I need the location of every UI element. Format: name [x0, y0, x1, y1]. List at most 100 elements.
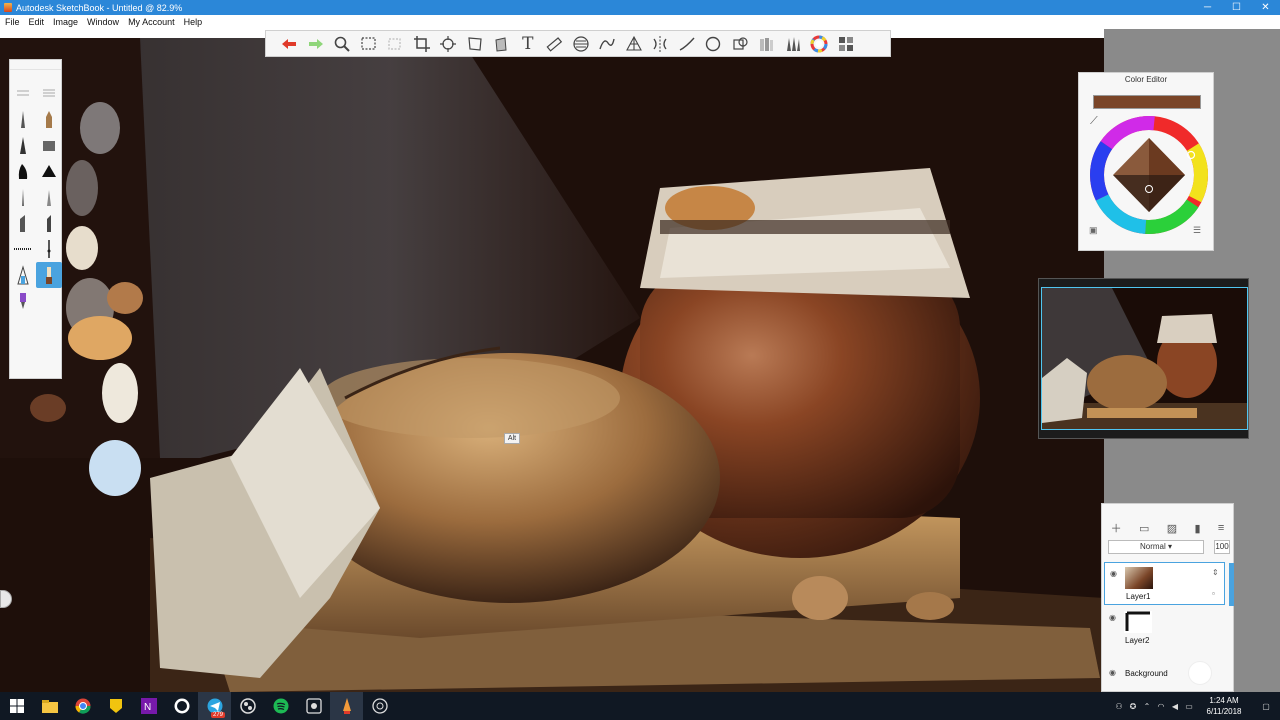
obs-icon[interactable] [231, 692, 264, 720]
windows-taskbar: N 279 ⚇ ✪ ⌃ ◠ ◀ ▭ 1:24 AM 6/11/2018 ▢ [0, 692, 1280, 720]
drawing-canvas[interactable] [0, 38, 1104, 692]
menu-bar: File Edit Image Window My Account Help [0, 15, 1280, 29]
layer-menu-icon[interactable]: ≡ [1218, 522, 1224, 534]
calligraphy-brush-icon[interactable] [10, 262, 36, 288]
add-image-icon[interactable]: ▨ [1167, 522, 1177, 535]
telegram-icon[interactable]: 279 [198, 692, 231, 720]
brush-properties-icon[interactable] [10, 80, 36, 106]
brush-library-toggle-icon[interactable] [36, 80, 62, 106]
close-button[interactable]: ✕ [1251, 0, 1280, 15]
maximize-button[interactable]: ☐ [1222, 0, 1251, 15]
eraser-brush-icon[interactable] [10, 288, 36, 314]
select-icon[interactable] [356, 33, 383, 55]
obs-studio-icon[interactable] [363, 692, 396, 720]
add-group-icon[interactable]: ▭ [1139, 522, 1149, 535]
ruler-icon[interactable] [541, 33, 568, 55]
eyedropper-icon[interactable]: ⟋ [1090, 115, 1098, 128]
crop-select-icon[interactable] [382, 33, 409, 55]
menu-file[interactable]: File [5, 17, 20, 27]
layer-options-icon[interactable]: ⇕ [1212, 568, 1219, 577]
menu-my-account[interactable]: My Account [128, 17, 175, 27]
menu-help[interactable]: Help [184, 17, 203, 27]
layer-name: Layer1 [1126, 592, 1151, 601]
system-clock[interactable]: 1:24 AM 6/11/2018 [1202, 695, 1246, 717]
main-toolbar: T [265, 30, 891, 57]
color-wheel[interactable] [1087, 115, 1211, 239]
current-color-swatch[interactable] [1093, 95, 1201, 109]
visibility-eye-icon[interactable]: ◉ [1110, 569, 1117, 578]
layer-name: Background [1125, 669, 1168, 678]
volume-icon[interactable]: ◀ [1168, 702, 1182, 711]
redo-icon[interactable] [303, 33, 330, 55]
color-panel-settings-icon[interactable]: ☰ [1193, 225, 1201, 236]
flat-brush-icon[interactable] [36, 210, 62, 236]
triangle-brush-icon[interactable] [36, 158, 62, 184]
layer-item-background[interactable]: ◉ Background [1104, 652, 1225, 695]
technical-pen-icon[interactable] [36, 184, 62, 210]
copic-icon[interactable] [753, 33, 780, 55]
thin-brush-icon[interactable] [36, 236, 62, 262]
wifi-icon[interactable]: ◠ [1154, 702, 1168, 711]
minimize-button[interactable]: ─ [1193, 0, 1222, 15]
color-wheel-icon[interactable] [806, 33, 833, 55]
visibility-eye-icon[interactable]: ◉ [1109, 613, 1116, 622]
undo-icon[interactable] [276, 33, 303, 55]
navigator-panel[interactable] [1038, 278, 1249, 439]
onenote-icon[interactable]: N [132, 692, 165, 720]
transform-icon[interactable] [435, 33, 462, 55]
fill-icon[interactable] [488, 33, 515, 55]
layer-item[interactable]: ◉ Layer1 ⇕ ▫ [1104, 562, 1234, 606]
line-icon[interactable] [674, 33, 701, 55]
paint-brush-active-icon[interactable] [36, 262, 62, 288]
color-panel-left-icon[interactable]: ▣ [1089, 225, 1098, 236]
blend-mode-select[interactable]: Normal ▾ [1108, 540, 1204, 554]
navigator-thumbnail[interactable] [1041, 287, 1248, 430]
layer-lock-small-icon[interactable]: ▫ [1212, 589, 1215, 598]
fine-pen-icon[interactable] [10, 184, 36, 210]
keyboard-icon[interactable]: ▭ [1182, 702, 1196, 711]
layer-lock-icon[interactable]: ▮ [1194, 522, 1200, 535]
norton-icon[interactable] [99, 692, 132, 720]
pen-brush-icon[interactable] [10, 132, 36, 158]
spotify-icon[interactable] [264, 692, 297, 720]
menu-window[interactable]: Window [87, 17, 119, 27]
palette-icon[interactable] [833, 33, 860, 55]
brush-palette-header[interactable] [10, 60, 61, 70]
sketchbook-taskbar-icon[interactable] [330, 692, 363, 720]
add-layer-icon[interactable]: ＋ [1111, 520, 1122, 536]
stroke-icon[interactable] [727, 33, 754, 55]
chrome-icon[interactable] [66, 692, 99, 720]
menu-edit[interactable]: Edit [29, 17, 45, 27]
brush-library-icon[interactable] [780, 33, 807, 55]
ink-brush-icon[interactable] [10, 158, 36, 184]
zoom-icon[interactable] [329, 33, 356, 55]
tray-app-icon[interactable]: ✪ [1126, 702, 1140, 711]
windows-start-icon[interactable] [0, 692, 33, 720]
symmetry-icon[interactable] [647, 33, 674, 55]
layer-item[interactable]: ◉ Layer2 [1104, 607, 1225, 650]
circle-icon[interactable] [700, 33, 727, 55]
dotted-brush-icon[interactable] [10, 236, 36, 262]
window-controls: ─ ☐ ✕ [1193, 0, 1280, 15]
chisel-brush-icon[interactable] [10, 210, 36, 236]
file-explorer-icon[interactable] [33, 692, 66, 720]
color-editor-panel: Color Editor ⟋ ▣ ☰ [1078, 72, 1214, 251]
distort-icon[interactable] [462, 33, 489, 55]
marker-brush-icon[interactable] [36, 106, 62, 132]
opacity-field[interactable]: 100 [1214, 540, 1230, 554]
pencil-brush-icon[interactable] [10, 106, 36, 132]
visibility-eye-icon[interactable]: ◉ [1109, 668, 1116, 677]
whatsapp-icon[interactable] [165, 692, 198, 720]
french-curve-icon[interactable] [594, 33, 621, 55]
notifications-icon[interactable]: ▢ [1252, 702, 1280, 711]
perspective-icon[interactable] [621, 33, 648, 55]
show-hidden-icons-chevron-icon[interactable]: ⌃ [1140, 702, 1154, 711]
background-color-swatch[interactable] [1188, 661, 1212, 685]
text-icon[interactable]: T [515, 33, 542, 55]
airbrush-icon[interactable] [36, 132, 62, 158]
ellipse-guide-icon[interactable] [568, 33, 595, 55]
people-icon[interactable]: ⚇ [1112, 702, 1126, 711]
menu-image[interactable]: Image [53, 17, 78, 27]
crop-icon[interactable] [409, 33, 436, 55]
camera-app-icon[interactable] [297, 692, 330, 720]
